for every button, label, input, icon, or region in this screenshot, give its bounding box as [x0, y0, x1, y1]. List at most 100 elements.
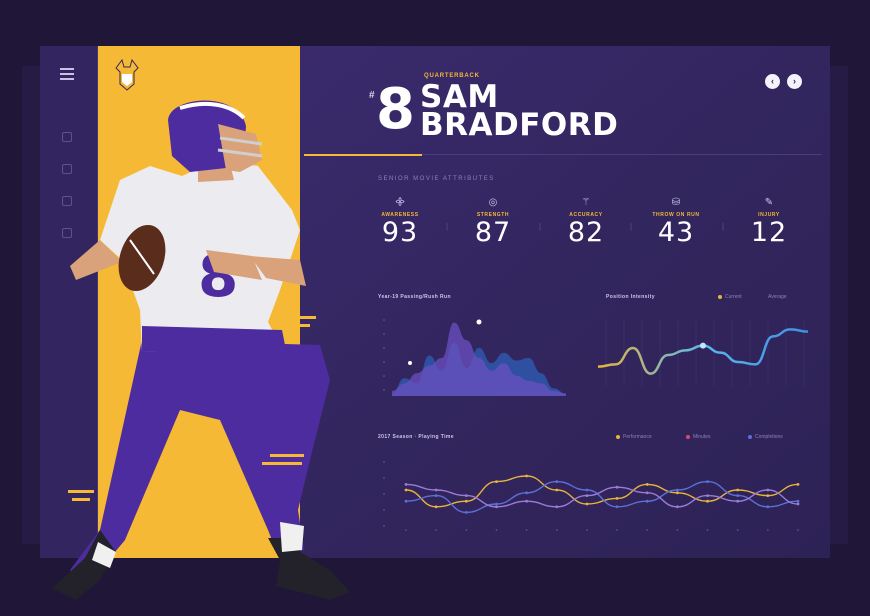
legend-item: Minutes: [686, 434, 711, 440]
team-logo: [115, 58, 139, 91]
stat-injury: ✎ INJURY 12: [739, 196, 799, 248]
bandage-icon: ✎: [764, 197, 774, 208]
series-point: [585, 502, 589, 506]
series-point: [706, 499, 709, 503]
next-button[interactable]: ›: [787, 74, 802, 89]
series-point: [464, 499, 468, 503]
stat-separator: |: [446, 222, 449, 231]
stat-separator: |: [630, 222, 633, 231]
series-point: [434, 488, 438, 492]
series-point: [736, 494, 740, 497]
area-series: [392, 322, 566, 396]
number-hash: #: [369, 90, 375, 101]
stat-value: 87: [474, 217, 512, 248]
series-point: [525, 491, 529, 495]
series-point: [495, 502, 498, 506]
legend-item: Performance: [616, 434, 652, 440]
axis-tick-dot: [383, 525, 385, 527]
jersey-number: 8: [376, 77, 415, 142]
series-point: [615, 485, 619, 489]
legend-item: Completions: [748, 434, 783, 440]
intensity-line-chart[interactable]: [596, 310, 810, 390]
stat-value: 43: [657, 217, 695, 248]
x-tick-dot: [465, 529, 468, 531]
deco-bar: [300, 324, 310, 327]
series-point: [404, 483, 408, 486]
series-point: [434, 494, 438, 497]
x-tick-dot: [555, 529, 558, 531]
area-chart[interactable]: [380, 310, 570, 400]
series-point: [706, 494, 709, 497]
x-tick-dot: [616, 529, 618, 531]
x-tick-dot: [405, 529, 407, 531]
series-point: [555, 505, 559, 509]
series-point: [615, 505, 619, 509]
stat-separator: |: [539, 222, 542, 231]
x-tick-dot: [736, 529, 739, 531]
stat-value: 12: [750, 217, 788, 248]
stat-awareness: ᯽ AWARENESS 93: [370, 196, 430, 248]
intensity-series: [597, 328, 809, 375]
legend-item: Current: [718, 294, 742, 300]
peak-marker: [476, 319, 482, 325]
axis-tick-dot: [383, 477, 385, 479]
deco-bar: [72, 498, 90, 501]
menu-icon[interactable]: [60, 68, 74, 83]
series-point: [675, 491, 679, 495]
series-point: [434, 505, 438, 509]
series-point: [675, 488, 679, 492]
axis-tick-dot: [383, 375, 385, 377]
stat-separator: |: [722, 222, 725, 231]
target-icon: ◎: [488, 197, 498, 208]
series-point: [766, 494, 770, 497]
axis-tick-dot: [383, 361, 385, 363]
stat-value: 82: [567, 217, 605, 248]
stat-value: 93: [381, 217, 419, 248]
deco-bar: [270, 454, 304, 457]
deco-bar: [300, 316, 316, 319]
axis-tick-dot: [383, 347, 385, 349]
axis-tick-dot: [383, 333, 385, 335]
series-point: [736, 499, 740, 503]
stat-throw-on-run: ⛁ THROW ON RUN 43: [646, 196, 706, 248]
highlight-marker: [700, 342, 706, 349]
x-tick-dot: [586, 529, 588, 531]
multi-chart-title: 2017 Season · Playing Time: [378, 434, 454, 440]
season-line-chart[interactable]: [380, 452, 800, 532]
series-point: [736, 488, 740, 492]
series-point: [464, 511, 468, 514]
point-marker: [408, 361, 412, 365]
series-point: [585, 494, 589, 497]
wifi-icon: ᯽: [394, 197, 406, 208]
series-point: [585, 488, 589, 492]
series-point: [675, 505, 679, 509]
x-tick-dot: [646, 529, 649, 531]
axis-tick-dot: [383, 493, 385, 495]
series-point: [766, 488, 770, 492]
stat-accuracy: ⚚ ACCURACY 82: [556, 196, 616, 248]
series-point: [796, 483, 800, 486]
series-point: [615, 497, 619, 500]
flame-icon: ⛁: [671, 197, 681, 208]
series-point: [404, 499, 408, 503]
series-point: [645, 483, 649, 486]
axis-tick-dot: [383, 509, 385, 511]
x-tick-dot: [706, 529, 709, 531]
stat-strength: ◎ STRENGTH 87: [463, 196, 523, 248]
prev-button[interactable]: ‹: [765, 74, 780, 89]
signal-icon: ⚚: [581, 197, 591, 208]
area-chart-title: Year-19 Passing/Rush Run: [378, 294, 451, 300]
legend-item: Average: [768, 294, 787, 300]
x-tick-dot: [435, 529, 437, 531]
line-chart-title: Position Intensity: [606, 294, 655, 300]
x-tick-dot: [797, 529, 799, 531]
series-point: [555, 488, 559, 492]
x-tick-dot: [525, 529, 528, 531]
deco-bar: [68, 490, 94, 493]
series-point: [555, 480, 559, 483]
player-last-name: BRADFORD: [420, 107, 619, 143]
series-point: [706, 480, 709, 483]
series-point: [766, 505, 770, 509]
series-point: [645, 499, 649, 503]
x-tick-dot: [676, 529, 679, 531]
